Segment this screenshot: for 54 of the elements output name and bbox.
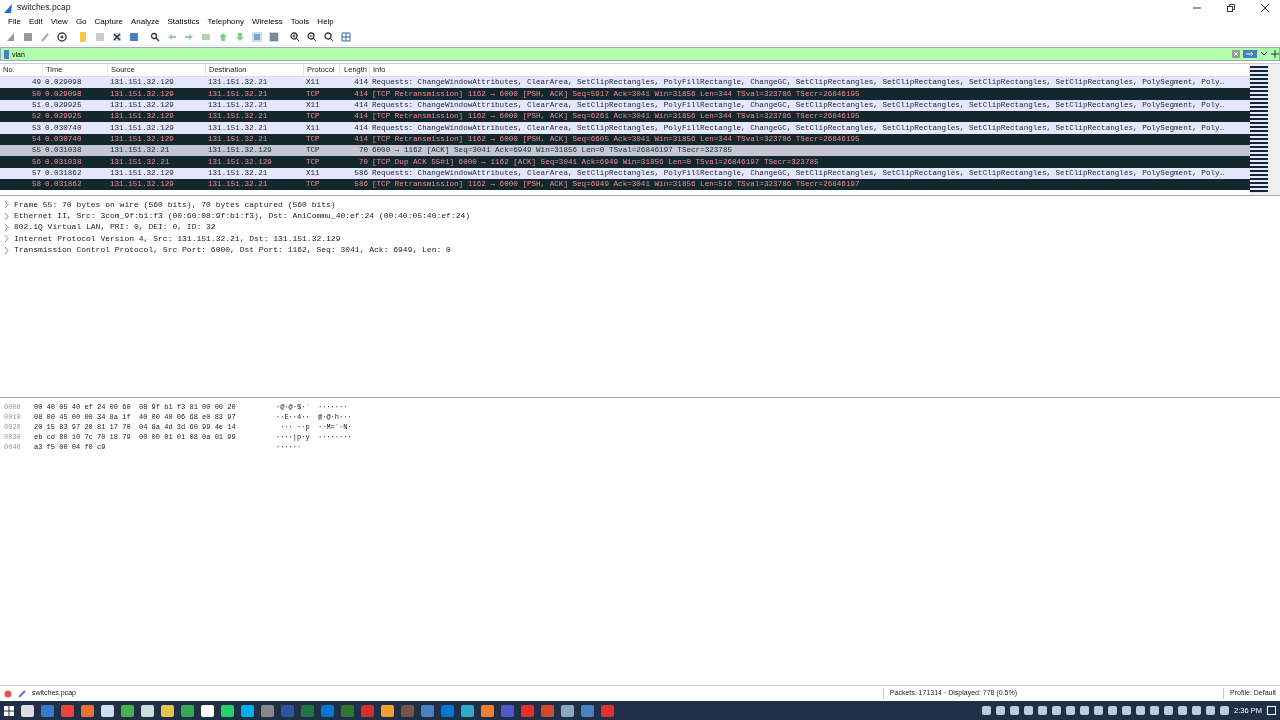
window-title: switches.pcap xyxy=(17,1,71,14)
zoom-reset-icon[interactable] xyxy=(324,32,334,42)
menu-item[interactable]: Tools xyxy=(286,15,314,29)
menu-item[interactable]: Wireless xyxy=(248,15,287,29)
close-file-icon[interactable] xyxy=(112,32,122,42)
app-icon[interactable] xyxy=(21,704,34,717)
edit-icon[interactable] xyxy=(18,689,26,698)
tree-item[interactable]: Ethernet II, Src: 3com_9f:b1:f3 (00:60:08:9f:b1:f3), Dst: AniCommu_40:ef:24 (00:40:05:40:ef:24) xyxy=(4,210,1280,222)
tree-item[interactable]: Transmission Control Protocol, Src Port: 6000, Dst Port: 1162, Seq: 3041, Ack: 6949, Len: 0 xyxy=(4,244,1280,256)
packet-row[interactable] xyxy=(0,77,1250,89)
app-icon[interactable] xyxy=(561,704,574,717)
tree-label: Internet Protocol Version 4, Src: 131.151.32.21, Dst: 131.151.32.129 xyxy=(14,232,341,245)
bookmark-icon xyxy=(4,49,9,59)
app-icon[interactable] xyxy=(141,704,154,717)
app-icon[interactable] xyxy=(241,704,254,717)
tree-item[interactable]: Internet Protocol Version 4, Src: 131.151.32.21, Dst: 131.151.32.129 xyxy=(4,233,1280,245)
menu-item[interactable]: File xyxy=(4,15,25,29)
shark-fin-icon[interactable] xyxy=(6,32,16,42)
add-icon[interactable] xyxy=(1271,50,1279,58)
menu-item[interactable]: View xyxy=(46,15,72,29)
tree-item[interactable]: 802.1Q Virtual LAN, PRI: 0, DEI: 0, ID: 32 xyxy=(4,221,1280,234)
clear-icon[interactable] xyxy=(1232,50,1240,58)
app-icon[interactable] xyxy=(161,704,174,717)
lines-icon[interactable] xyxy=(269,32,279,42)
menu-item[interactable]: Go xyxy=(71,15,91,29)
tree-label: Frame 55: 70 bytes on wire (560 bits), 70 bytes captured (560 bits) xyxy=(14,198,336,211)
notification-icon[interactable] xyxy=(1267,706,1276,715)
app-icon[interactable] xyxy=(221,704,234,717)
gear-icon[interactable] xyxy=(57,32,67,42)
zoom-in-icon[interactable] xyxy=(290,32,300,42)
dropdown-caret-icon[interactable] xyxy=(1260,51,1268,57)
menu-item[interactable]: Telephony xyxy=(203,15,248,29)
tree-label: Transmission Control Protocol, Src Port: 6000, Dst Port: 1162, Seq: 3041, Ack: 6949, Len: 0 xyxy=(14,244,451,257)
app-icon[interactable] xyxy=(201,704,214,717)
scrollbar[interactable] xyxy=(1250,64,1280,195)
apply-arrow-icon[interactable] xyxy=(1243,50,1257,58)
menu-item[interactable]: Statistics xyxy=(163,15,204,29)
status-dot-icon[interactable] xyxy=(4,689,12,698)
windows-start-icon[interactable] xyxy=(4,705,14,716)
menu-item[interactable]: Capture xyxy=(90,15,128,29)
app-icon[interactable] xyxy=(101,704,114,717)
restore-icon xyxy=(1227,3,1235,12)
tree-label: 802.1Q Virtual LAN, PRI: 0, DEI: 0, ID: 32 xyxy=(14,221,216,234)
tree-item[interactable]: Frame 55: 70 bytes on wire (560 bits), 70 bytes captured (560 bits) xyxy=(4,199,1280,211)
menu-item[interactable]: Edit xyxy=(24,15,47,29)
menu-item[interactable]: Help xyxy=(313,15,338,29)
menu-item[interactable]: Analyze xyxy=(127,15,164,29)
shark-fin-icon xyxy=(3,2,13,13)
search-icon[interactable] xyxy=(150,32,160,42)
close-icon xyxy=(1261,3,1269,12)
tree-label: Ethernet II, Src: 3com_9f:b1:f3 (00:60:08:9f:b1:f3), Dst: AniCommu_40:ef:24 (00:40:05:40:ef:24) xyxy=(14,210,471,223)
zoom-out-icon[interactable] xyxy=(307,32,317,42)
app-icon[interactable] xyxy=(381,704,394,717)
stop-icon[interactable] xyxy=(23,32,33,42)
